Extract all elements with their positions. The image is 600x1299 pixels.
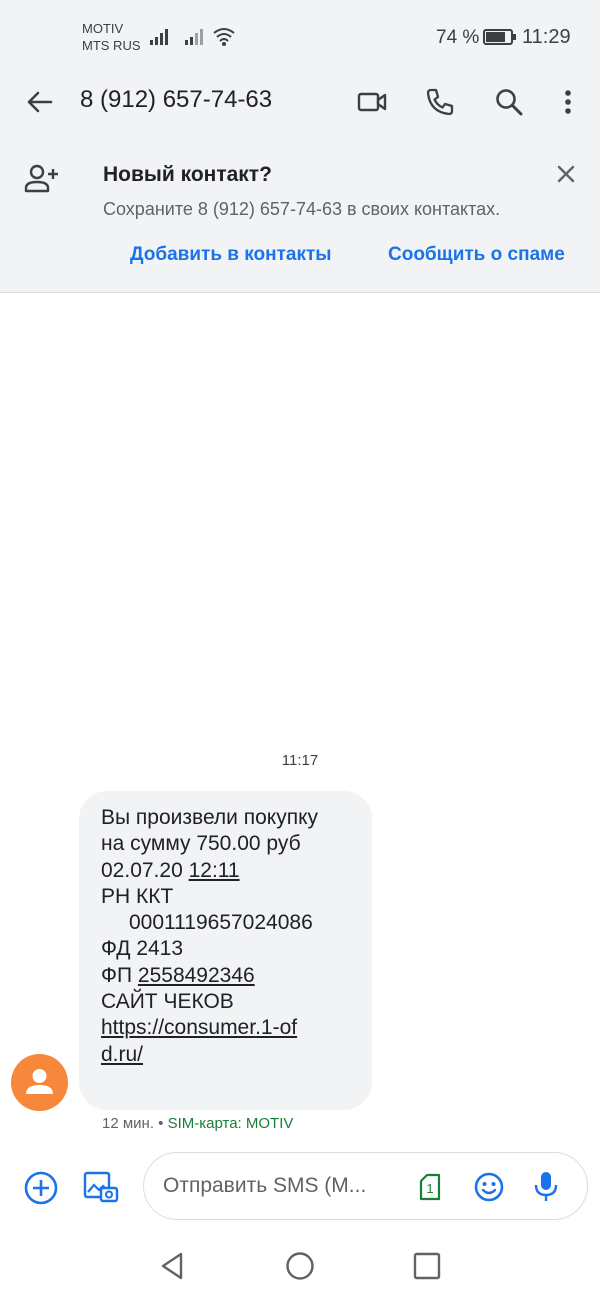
video-call-icon[interactable] [356,86,388,118]
back-arrow-icon[interactable] [24,86,56,118]
wifi-icon [213,28,235,46]
message-age: 12 мин. [102,1115,154,1132]
close-icon[interactable] [552,160,580,188]
conversation-title: 8 (912) 657-74-63 [80,86,273,113]
battery-icon [483,29,516,45]
fp-number-link[interactable]: 2558492346 [138,964,255,987]
sim-label: SIM-карта: MOTIV [167,1115,294,1132]
banner-subtitle: Сохраните 8 (912) 657-74-63 в своих конт… [103,199,501,219]
receipt-url-link[interactable]: d.ru/ [101,1042,372,1068]
phone-icon[interactable] [424,86,456,118]
battery-percent: 74 % [436,27,480,48]
fp-label: ФП [101,963,133,987]
compose-placeholder[interactable]: Отправить SMS (М... [163,1174,366,1198]
signal-icon [150,29,168,45]
add-to-contacts-button[interactable]: Добавить в контакты [130,244,332,266]
message-timestamp: 11:17 [281,752,319,769]
gallery-icon[interactable] [82,1168,120,1206]
receipt-url-link[interactable]: https://consumer.1-of [101,1015,372,1041]
nav-home-icon[interactable] [284,1250,316,1282]
message-time-link[interactable]: 12:11 [189,859,240,882]
carrier-label: MOTIV MTS RUS [82,20,141,54]
message-line: САЙТ ЧЕКОВ [101,990,234,1014]
microphone-icon[interactable] [533,1170,559,1204]
status-time: 11:29 [522,26,571,48]
message-line: РН ККТ [101,884,174,908]
message-line: на сумму 750.00 руб [101,832,301,856]
add-person-icon [24,164,58,193]
banner-title: Новый контакт? [103,163,272,186]
more-vert-icon[interactable] [552,86,584,118]
message-line: ФД 2413 [101,937,184,961]
message-line: 02.07.20 12:11 [101,858,372,884]
report-spam-button[interactable]: Сообщить о спаме [388,244,565,266]
message-bubble[interactable]: Вы произвели покупку на сумму 750.00 руб… [79,791,372,1110]
add-attachment-icon[interactable] [23,1170,59,1206]
nav-back-icon[interactable] [158,1250,186,1282]
person-icon [26,1069,53,1094]
carrier-line-2: MTS RUS [82,38,141,53]
message-line: 0001119657024086 [129,911,313,935]
message-line: Вы произвели покупку [101,806,319,829]
search-icon[interactable] [493,86,525,118]
message-date: 02.07.20 [101,858,183,882]
signal-2-icon [185,29,203,45]
avatar[interactable] [11,1054,68,1111]
sim-number: 1 [426,1181,433,1196]
sim-card-icon[interactable]: 1 [418,1173,442,1201]
message-meta: 12 мин. • SIM-карта: MOTIV [102,1115,294,1132]
carrier-line-1: MOTIV [82,21,124,36]
emoji-icon[interactable] [473,1171,505,1203]
message-line: ФП 2558492346 [101,963,372,989]
nav-recents-icon[interactable] [412,1251,442,1281]
